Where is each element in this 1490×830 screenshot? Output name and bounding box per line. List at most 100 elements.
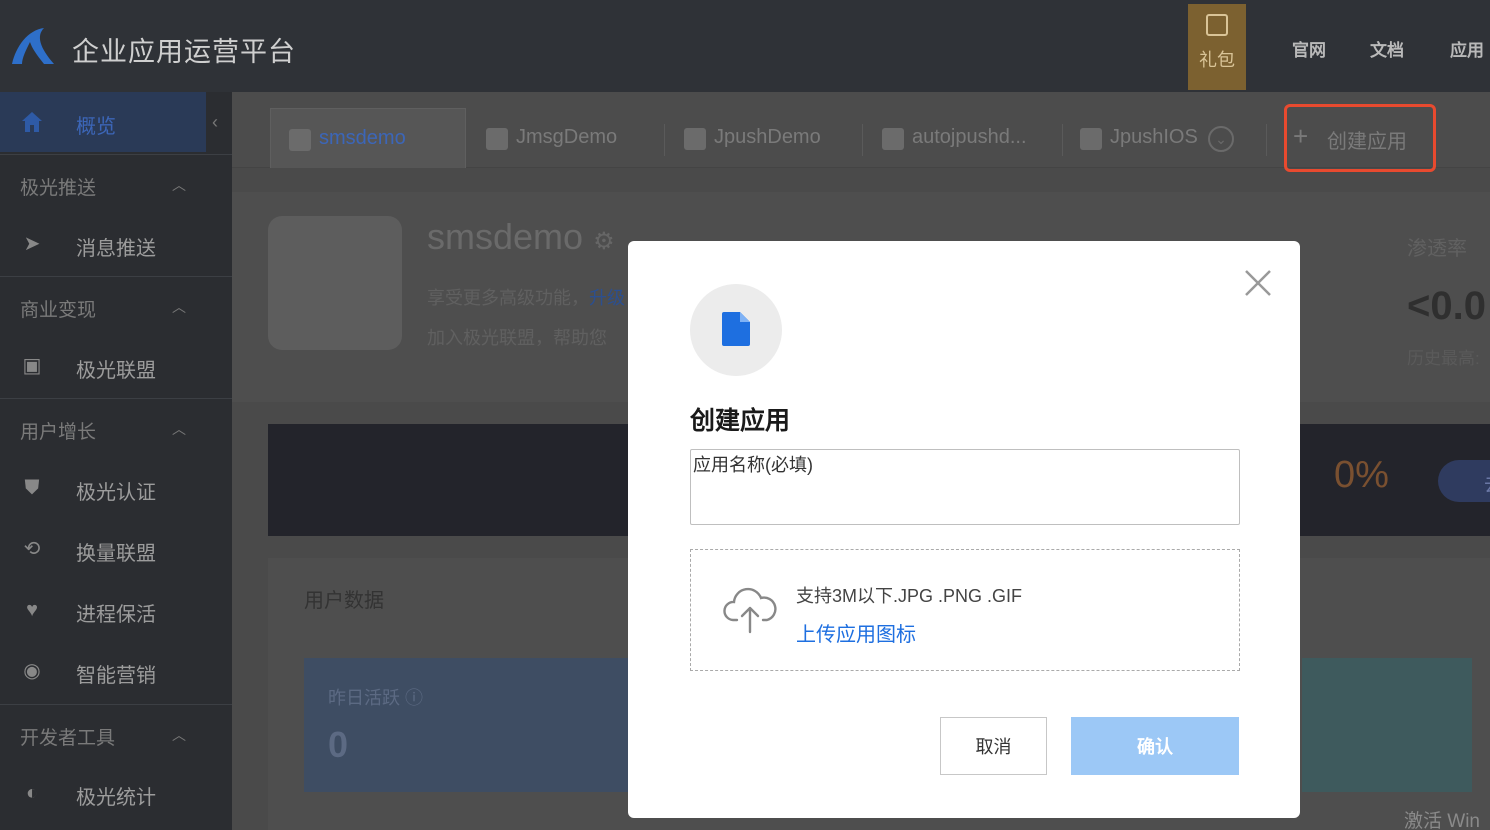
create-app-label: 创建应用: [1327, 131, 1407, 153]
sidebar-item-label: 极光联盟: [76, 360, 156, 382]
yesterday-active-card: 昨日活跃 ⓘ 0: [304, 658, 644, 792]
jiguang-logo-icon[interactable]: [10, 26, 56, 66]
create-app-dialog: 创建应用 支持3M以下.JPG .PNG .GIF 上传应用图标 取消 确认: [628, 241, 1300, 818]
section-title: 用户数据: [304, 590, 384, 612]
sidebar-item-label: 极光统计: [76, 787, 156, 809]
banner-percent: 0%: [1334, 454, 1389, 496]
gift-pack-button[interactable]: 礼包: [1188, 4, 1246, 90]
sidebar-section-jpush[interactable]: 极光推送 ︿: [0, 154, 232, 214]
sidebar-section-label: 用户增长: [20, 422, 97, 443]
penetration-rate-value: <0.0: [1407, 284, 1486, 328]
icon-upload-area[interactable]: 支持3M以下.JPG .PNG .GIF 上传应用图标: [690, 549, 1240, 671]
sidebar-section-growth[interactable]: 用户增长 ︿: [0, 398, 232, 458]
tab-jmsgdemo[interactable]: JmsgDemo: [486, 108, 646, 168]
banner-action-button[interactable]: 去: [1438, 460, 1490, 502]
tab-divider: [664, 124, 665, 156]
tab-label: autojpushd...: [912, 126, 1027, 148]
gift-label: 礼包: [1199, 50, 1235, 70]
app-icon: [268, 216, 402, 350]
target-icon: ◉: [23, 660, 41, 682]
sidebar-item-keepalive[interactable]: ♥ 进程保活: [0, 580, 232, 640]
tab-jpushdemo[interactable]: JpushDemo: [684, 108, 844, 168]
cloud-upload-icon: [723, 587, 777, 634]
app-icon: [289, 129, 311, 151]
close-icon[interactable]: [1242, 267, 1274, 299]
chevron-down-icon[interactable]: ⌄: [1208, 126, 1234, 152]
app-icon: [486, 128, 508, 150]
file-icon: [722, 312, 750, 346]
penetration-rate-label: 渗透率: [1407, 238, 1467, 260]
upgrade-link[interactable]: 升级: [589, 288, 625, 308]
sidebar-item-label: 概览: [76, 116, 116, 138]
yesterday-active-value: 0: [328, 724, 349, 765]
windows-activation-watermark: 激活 Win: [1404, 811, 1481, 830]
tab-label: JpushIOS: [1110, 126, 1198, 148]
history-high-label: 历史最高:: [1407, 349, 1480, 368]
sidebar-item-swap[interactable]: ⟲ 换量联盟: [0, 519, 232, 579]
sidebar-item-message-push[interactable]: ➤ 消息推送: [0, 214, 232, 274]
tab-label: JmsgDemo: [516, 126, 618, 148]
app-name-input[interactable]: [690, 449, 1240, 525]
sidebar-item-label: 消息推送: [76, 238, 156, 260]
tab-label: smsdemo: [319, 127, 406, 149]
sidebar-item-verify[interactable]: ⛊ 极光认证: [0, 458, 232, 518]
app-tabs: smsdemo JmsgDemo JpushDemo autojpushd...…: [232, 92, 1490, 172]
sidebar-item-analytics[interactable]: ◐ 极光统计: [0, 763, 232, 823]
wallet-icon: ▣: [22, 355, 42, 377]
send-icon: ➤: [23, 233, 41, 255]
sidebar-item-label: 极光认证: [76, 482, 156, 504]
sidebar-section-devtools[interactable]: 开发者工具 ︿: [0, 704, 232, 764]
platform-title: 企业应用运营平台: [72, 37, 296, 67]
top-header: 企业应用运营平台 礼包 官网 文档 应用: [0, 0, 1490, 92]
sidebar-item-alliance[interactable]: ▣ 极光联盟: [0, 336, 232, 396]
sidebar-section-label: 极光推送: [20, 178, 97, 199]
nav-docs[interactable]: 文档: [1370, 36, 1404, 61]
tab-label: JpushDemo: [714, 126, 821, 148]
tab-smsdemo[interactable]: smsdemo: [270, 108, 466, 168]
cancel-button[interactable]: 取消: [940, 717, 1047, 775]
app-upgrade-desc: 享受更多高级功能，升级: [427, 288, 625, 308]
upload-hint: 支持3M以下.JPG .PNG .GIF: [796, 586, 1023, 606]
chevron-up-icon: ︿: [172, 727, 186, 743]
chevron-up-icon: ︿: [172, 421, 186, 437]
tab-divider: [1062, 124, 1063, 156]
stats-card: [1302, 658, 1472, 792]
tab-autojpushd[interactable]: autojpushd...: [882, 108, 1052, 168]
dialog-title: 创建应用: [690, 407, 791, 435]
alliance-desc: 加入极光联盟，帮助您: [427, 328, 607, 348]
yesterday-active-label: 昨日活跃 ⓘ: [328, 688, 424, 708]
app-icon: [1080, 128, 1102, 150]
create-app-button[interactable]: + 创建应用: [1284, 104, 1436, 172]
confirm-button[interactable]: 确认: [1071, 717, 1239, 775]
collapse-sidebar-icon[interactable]: ‹: [212, 112, 218, 133]
sidebar-section-label: 开发者工具: [20, 728, 116, 749]
tab-divider: [862, 124, 863, 156]
sidebar-item-label: 智能营销: [76, 665, 156, 687]
chart-pie-icon: ◐: [25, 782, 39, 804]
swap-icon: ⟲: [23, 538, 41, 560]
settings-gear-icon[interactable]: ⚙: [593, 228, 615, 255]
upload-app-icon-link[interactable]: 上传应用图标: [796, 618, 916, 647]
chevron-up-icon: ︿: [172, 177, 186, 193]
sidebar-section-label: 商业变现: [20, 300, 97, 321]
nav-official-site[interactable]: 官网: [1292, 36, 1326, 61]
sidebar-section-monetization[interactable]: 商业变现 ︿: [0, 276, 232, 336]
sidebar-item-label: 进程保活: [76, 604, 156, 626]
nav-apps[interactable]: 应用: [1450, 36, 1484, 61]
heartbeat-icon: ♥: [26, 599, 38, 621]
app-icon: [684, 128, 706, 150]
tab-divider: [1266, 124, 1267, 156]
home-icon: [22, 112, 42, 132]
shield-icon: ⛊: [24, 477, 40, 499]
help-icon[interactable]: ⓘ: [405, 688, 423, 708]
app-icon-placeholder: [690, 284, 782, 376]
sidebar-item-label: 换量联盟: [76, 543, 156, 565]
plus-icon: +: [1293, 121, 1309, 151]
sidebar-item-overview[interactable]: 概览: [0, 92, 206, 152]
tab-jpushios[interactable]: JpushIOS: [1080, 108, 1204, 168]
app-icon: [882, 128, 904, 150]
sidebar: 概览 ‹ 极光推送 ︿ ➤ 消息推送 商业变现 ︿ ▣ 极光联盟 用户增长 ︿ …: [0, 92, 232, 830]
chevron-up-icon: ︿: [172, 299, 186, 315]
sidebar-item-marketing[interactable]: ◉ 智能营销: [0, 641, 232, 701]
app-name: smsdemo ⚙: [427, 216, 615, 257]
